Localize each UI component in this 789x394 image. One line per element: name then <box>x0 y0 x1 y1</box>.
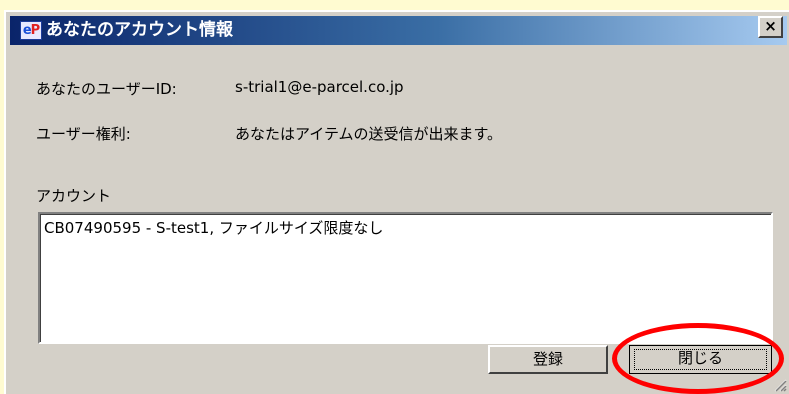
list-item[interactable]: CB07490595 - S-test1, ファイルサイズ限度なし <box>44 217 383 238</box>
dialog-title: あなたのアカウント情報 <box>46 20 233 40</box>
e-parcel-app-icon: eP <box>20 21 42 40</box>
close-window-button[interactable]: × <box>758 16 783 38</box>
close-icon: × <box>764 17 777 35</box>
close-button[interactable]: 閉じる <box>629 345 772 374</box>
account-listbox[interactable]: CB07490595 - S-test1, ファイルサイズ限度なし <box>38 212 773 344</box>
user-id-label: あなたのユーザーID: <box>36 80 177 98</box>
focus-ring <box>634 349 767 370</box>
title-bar[interactable]: eP あなたのアカウント情報 <box>10 16 787 45</box>
account-info-dialog: eP あなたのアカウント情報 × あなたのユーザーID: s-trial1@e-… <box>4 10 789 394</box>
register-button[interactable]: 登録 <box>488 345 608 374</box>
user-rights-value: あなたはアイテムの送受信が出来ます。 <box>235 125 503 143</box>
register-button-label: 登録 <box>532 350 563 368</box>
user-rights-label: ユーザー権利: <box>36 125 131 143</box>
resize-grip-icon[interactable] <box>773 378 787 392</box>
user-id-value: s-trial1@e-parcel.co.jp <box>235 78 404 96</box>
account-label: アカウント <box>36 187 112 205</box>
